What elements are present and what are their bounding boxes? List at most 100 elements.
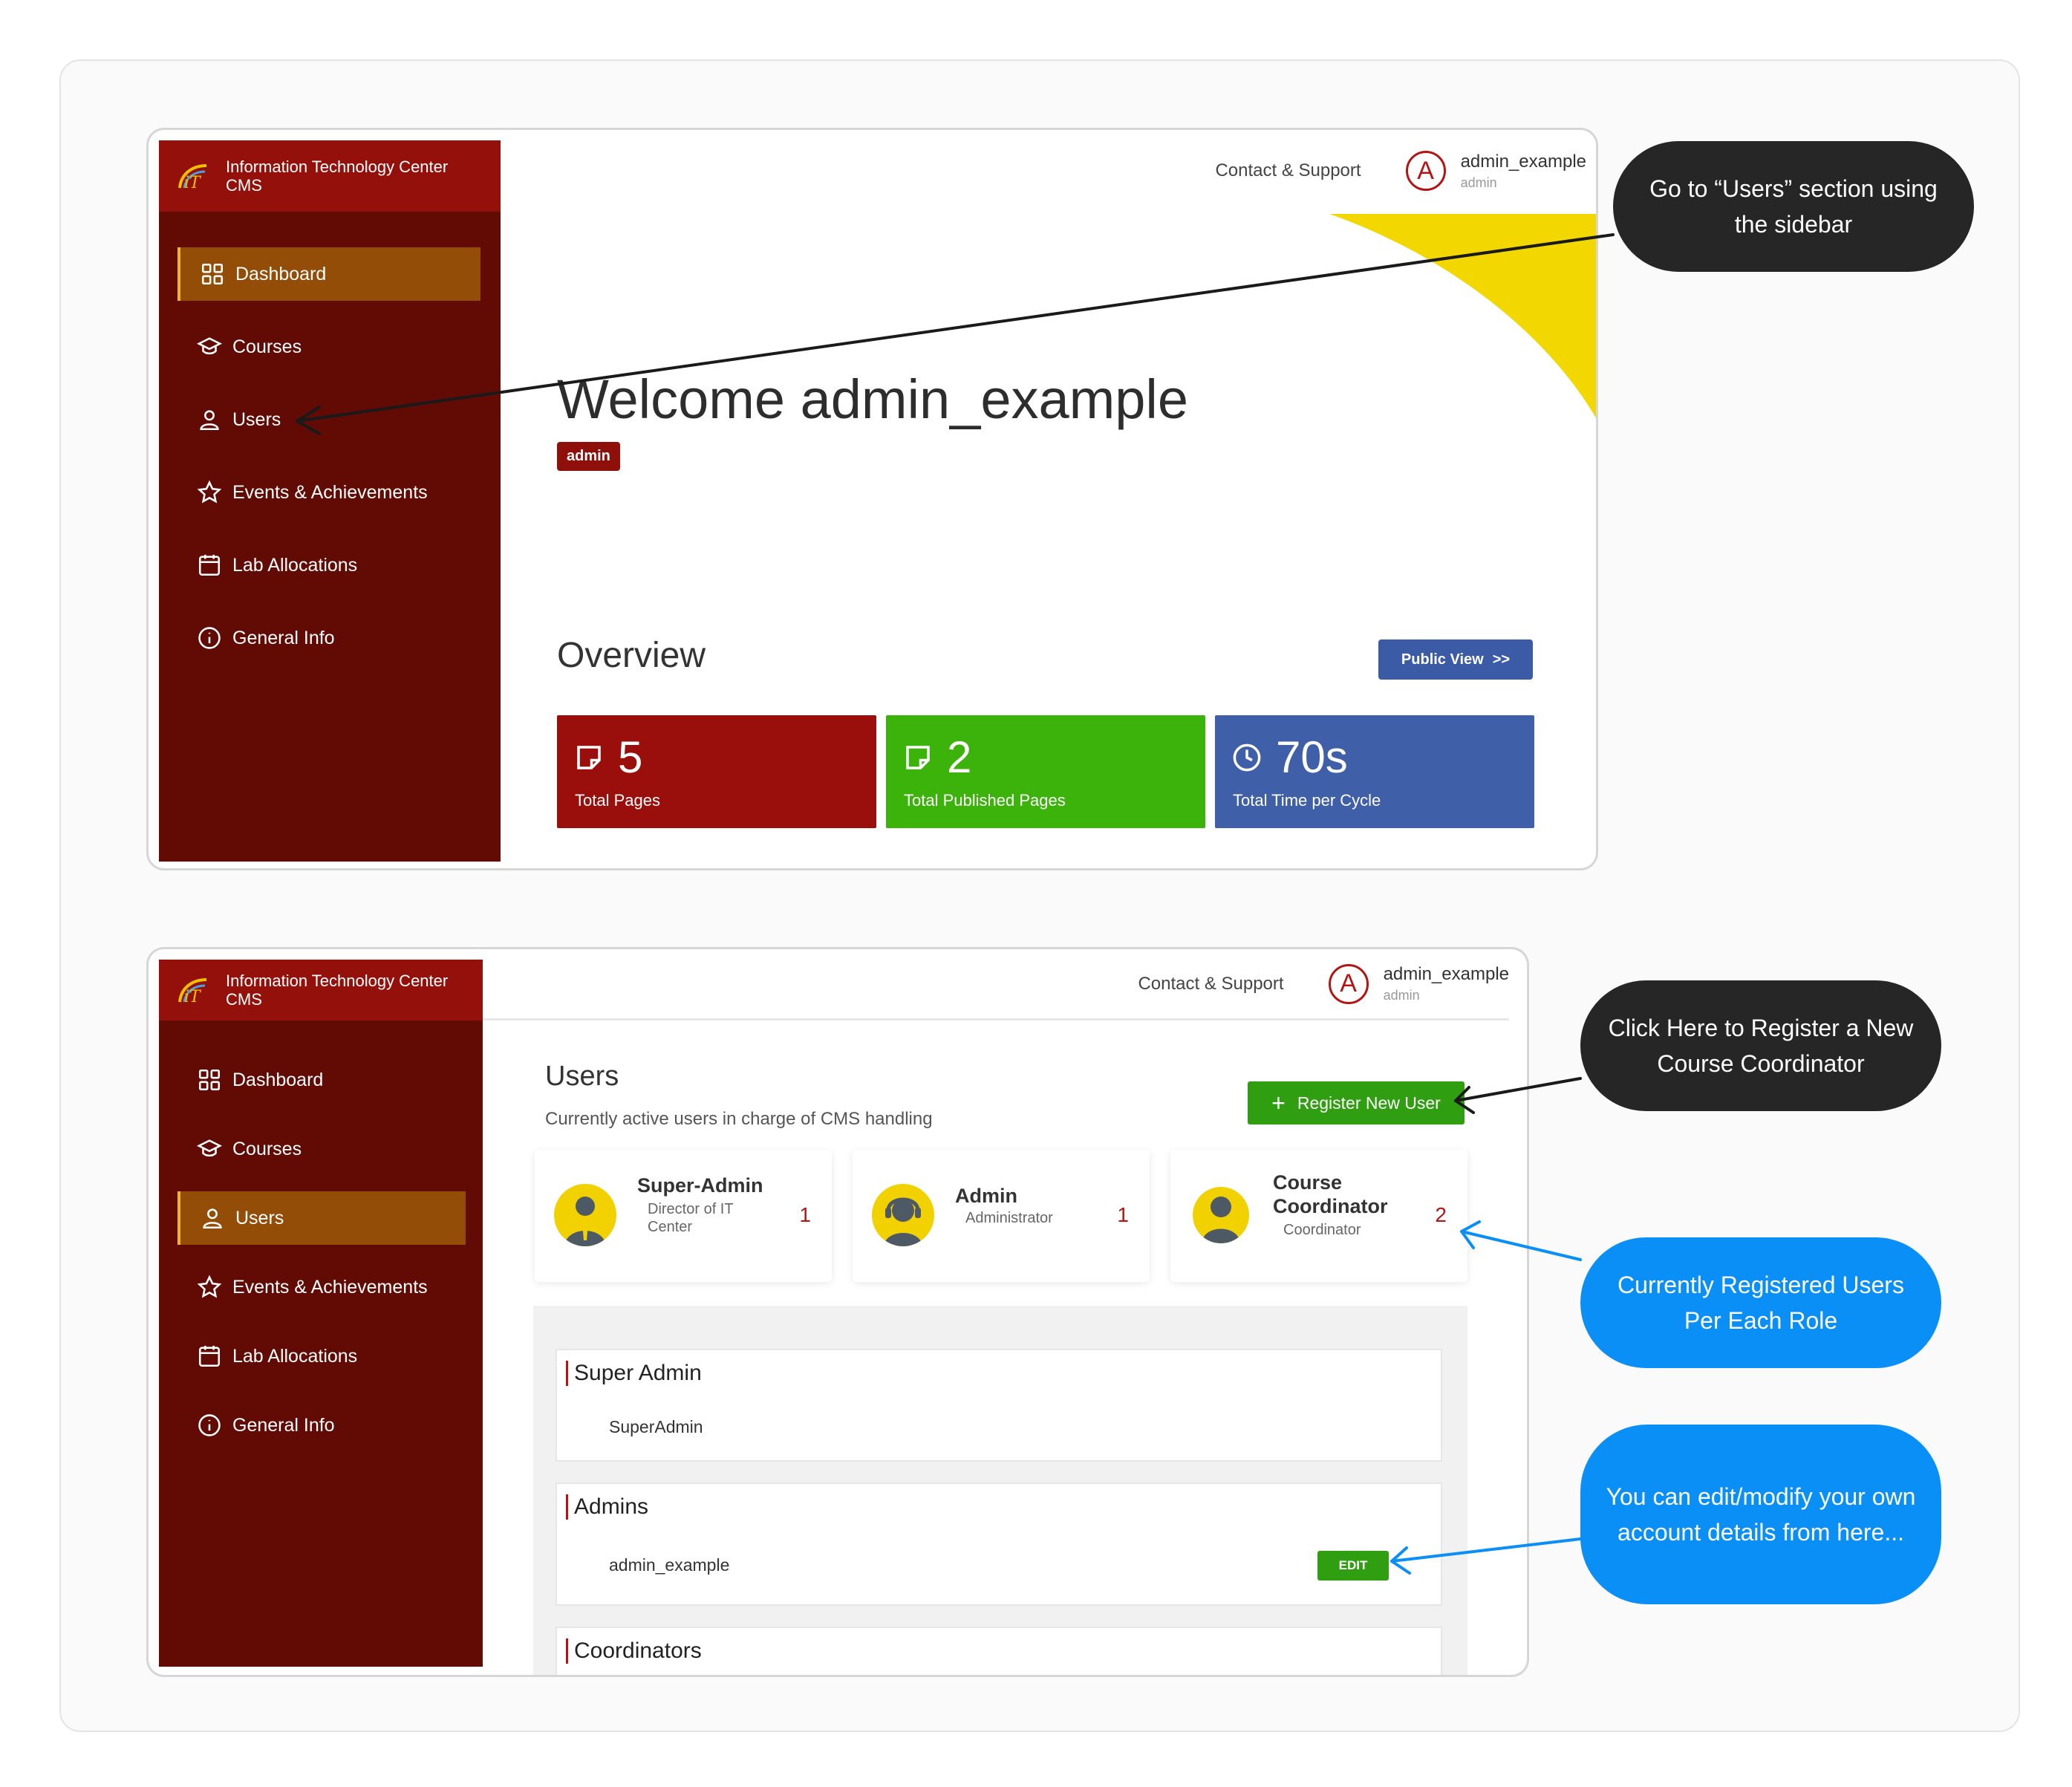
group-title: Super Admin bbox=[566, 1361, 702, 1386]
list-item: SuperAdmin bbox=[609, 1417, 703, 1436]
stat-total-pages: 5 Total Pages bbox=[557, 715, 876, 828]
sidebar-item-label: Lab Allocations bbox=[232, 1345, 358, 1367]
group-title: Admins bbox=[566, 1494, 648, 1520]
role-title: Coordinator bbox=[1273, 1195, 1388, 1217]
callout-register: Click Here to Register a New Course Coor… bbox=[1580, 980, 1941, 1111]
sidebar-item-events[interactable]: Events & Achievements bbox=[177, 466, 428, 519]
top-bar: Contact & Support A admin_example admin bbox=[483, 949, 1509, 1021]
user-menu[interactable]: A admin_example admin bbox=[1405, 151, 1586, 191]
sidebar-item-label: Dashboard bbox=[235, 263, 327, 284]
role-subtitle: Center bbox=[648, 1219, 693, 1235]
overview-title: Overview bbox=[557, 636, 706, 675]
sidebar-item-lab-allocations[interactable]: Lab Allocations bbox=[177, 538, 357, 592]
role-subtitle: Director of IT bbox=[648, 1201, 734, 1217]
svg-text:iT: iT bbox=[184, 174, 202, 191]
sidebar-item-label: Courses bbox=[232, 336, 302, 357]
calendar-icon bbox=[198, 1345, 221, 1367]
brand-header[interactable]: iT Information Technology Center CMS bbox=[159, 960, 483, 1021]
welcome-heading: Welcome admin_example bbox=[557, 368, 1189, 430]
stat-label: Total Pages bbox=[575, 791, 660, 810]
public-view-button[interactable]: Public View >> bbox=[1378, 639, 1533, 680]
brand-subtitle: CMS bbox=[226, 990, 262, 1009]
brand-name: Information Technology Center bbox=[226, 157, 449, 176]
sidebar-item-general-info[interactable]: General Info bbox=[177, 611, 335, 665]
sidebar-item-courses[interactable]: Courses bbox=[177, 320, 302, 374]
top-bar: Contact & Support A admin_example admin bbox=[501, 130, 1586, 212]
sidebar-item-dashboard[interactable]: Dashboard bbox=[177, 1053, 323, 1107]
svg-text:iT: iT bbox=[184, 988, 202, 1005]
stat-time-per-cycle: 70s Total Time per Cycle bbox=[1215, 715, 1534, 828]
sidebar-item-label: Dashboard bbox=[232, 1069, 324, 1090]
contact-support-link[interactable]: Contact & Support bbox=[1138, 974, 1283, 995]
group-super-admin: Super Admin SuperAdmin bbox=[556, 1349, 1442, 1462]
itc-logo-icon: iT bbox=[178, 164, 207, 191]
sidebar-item-courses[interactable]: Courses bbox=[177, 1122, 302, 1176]
callout-edit-account: You can edit/modify your own account det… bbox=[1580, 1425, 1941, 1604]
user-name: admin_example bbox=[1460, 151, 1586, 172]
role-title: Super-Admin bbox=[637, 1174, 763, 1197]
register-new-user-button[interactable]: + Register New User bbox=[1248, 1081, 1465, 1124]
stat-label: Total Published Pages bbox=[904, 791, 1066, 810]
role-title: Admin bbox=[955, 1185, 1017, 1207]
dashboard-screenshot: iT Information Technology Center CMS Das… bbox=[146, 128, 1598, 870]
page-icon bbox=[906, 745, 930, 769]
businessman-icon bbox=[554, 1184, 616, 1246]
group-coordinators: Coordinators bbox=[556, 1627, 1442, 1675]
sidebar-item-events[interactable]: Events & Achievements bbox=[177, 1260, 428, 1314]
sidebar-item-label: Users bbox=[232, 408, 281, 430]
sidebar-item-label: Events & Achievements bbox=[232, 481, 428, 503]
clock-icon bbox=[1233, 743, 1261, 771]
sidebar-item-users[interactable]: Users bbox=[177, 1191, 466, 1245]
stat-value: 5 bbox=[618, 732, 643, 782]
user-role: admin bbox=[1460, 175, 1497, 190]
avatar: A bbox=[1405, 151, 1446, 191]
info-icon bbox=[198, 627, 221, 649]
register-button-label: Register New User bbox=[1297, 1093, 1441, 1113]
sidebar-item-label: Lab Allocations bbox=[232, 554, 358, 576]
brand-name: Information Technology Center bbox=[226, 971, 449, 990]
graduation-cap-icon bbox=[197, 337, 222, 355]
grid-icon bbox=[198, 1069, 221, 1091]
sidebar-item-users[interactable]: Users bbox=[177, 393, 281, 446]
star-icon bbox=[197, 480, 222, 504]
callout-registered-per-role: Currently Registered Users Per Each Role bbox=[1580, 1237, 1941, 1368]
group-admins: Admins admin_example EDIT bbox=[556, 1482, 1442, 1606]
contact-support-link[interactable]: Contact & Support bbox=[1215, 160, 1361, 181]
sidebar-item-lab-allocations[interactable]: Lab Allocations bbox=[177, 1329, 357, 1383]
brand-header[interactable]: iT Information Technology Center CMS bbox=[159, 140, 501, 212]
role-count: 1 bbox=[1117, 1203, 1129, 1226]
role-card-super-admin: Super-Admin Director of IT Center 1 bbox=[535, 1150, 832, 1282]
calendar-icon bbox=[198, 554, 221, 576]
person-icon bbox=[1193, 1187, 1249, 1243]
role-title: Course bbox=[1273, 1171, 1343, 1194]
sidebar-item-dashboard[interactable]: Dashboard bbox=[177, 247, 480, 301]
itc-logo-icon: iT bbox=[178, 978, 207, 1005]
role-card-admin: Admin Administrator 1 bbox=[853, 1150, 1150, 1282]
list-item: admin_example bbox=[609, 1555, 730, 1575]
role-card-course-coordinator: Course Coordinator Coordinator 2 bbox=[1170, 1150, 1467, 1282]
graduation-cap-icon bbox=[197, 1139, 222, 1157]
users-list-panel: Super Admin SuperAdmin Admins admin_exam… bbox=[533, 1306, 1467, 1675]
stat-value: 2 bbox=[947, 732, 972, 782]
sidebar-item-label: General Info bbox=[232, 1414, 335, 1436]
double-chevron-icon: >> bbox=[1492, 651, 1511, 668]
public-view-label: Public View bbox=[1401, 651, 1484, 668]
user-name: admin_example bbox=[1383, 964, 1509, 984]
user-icon bbox=[203, 1208, 222, 1229]
sidebar-item-label: General Info bbox=[232, 627, 335, 648]
sidebar-item-label: Users bbox=[235, 1207, 284, 1228]
user-role: admin bbox=[1383, 988, 1420, 1003]
edit-button[interactable]: EDIT bbox=[1317, 1551, 1389, 1581]
stat-published-pages: 2 Total Published Pages bbox=[886, 715, 1205, 828]
role-badge: admin bbox=[557, 442, 620, 471]
page-title: Users bbox=[545, 1061, 619, 1092]
avatar: A bbox=[1328, 963, 1369, 1004]
users-screenshot: iT Information Technology Center CMS Das… bbox=[146, 947, 1529, 1677]
sidebar-item-general-info[interactable]: General Info bbox=[177, 1399, 335, 1452]
user-menu[interactable]: A admin_example admin bbox=[1328, 963, 1509, 1004]
callout-users-section: Go to “Users” section using the sidebar bbox=[1613, 141, 1974, 272]
info-icon bbox=[198, 1414, 221, 1436]
stat-value: 70s bbox=[1276, 732, 1348, 782]
sidebar-item-label: Courses bbox=[232, 1138, 302, 1159]
page-icon bbox=[577, 745, 601, 769]
